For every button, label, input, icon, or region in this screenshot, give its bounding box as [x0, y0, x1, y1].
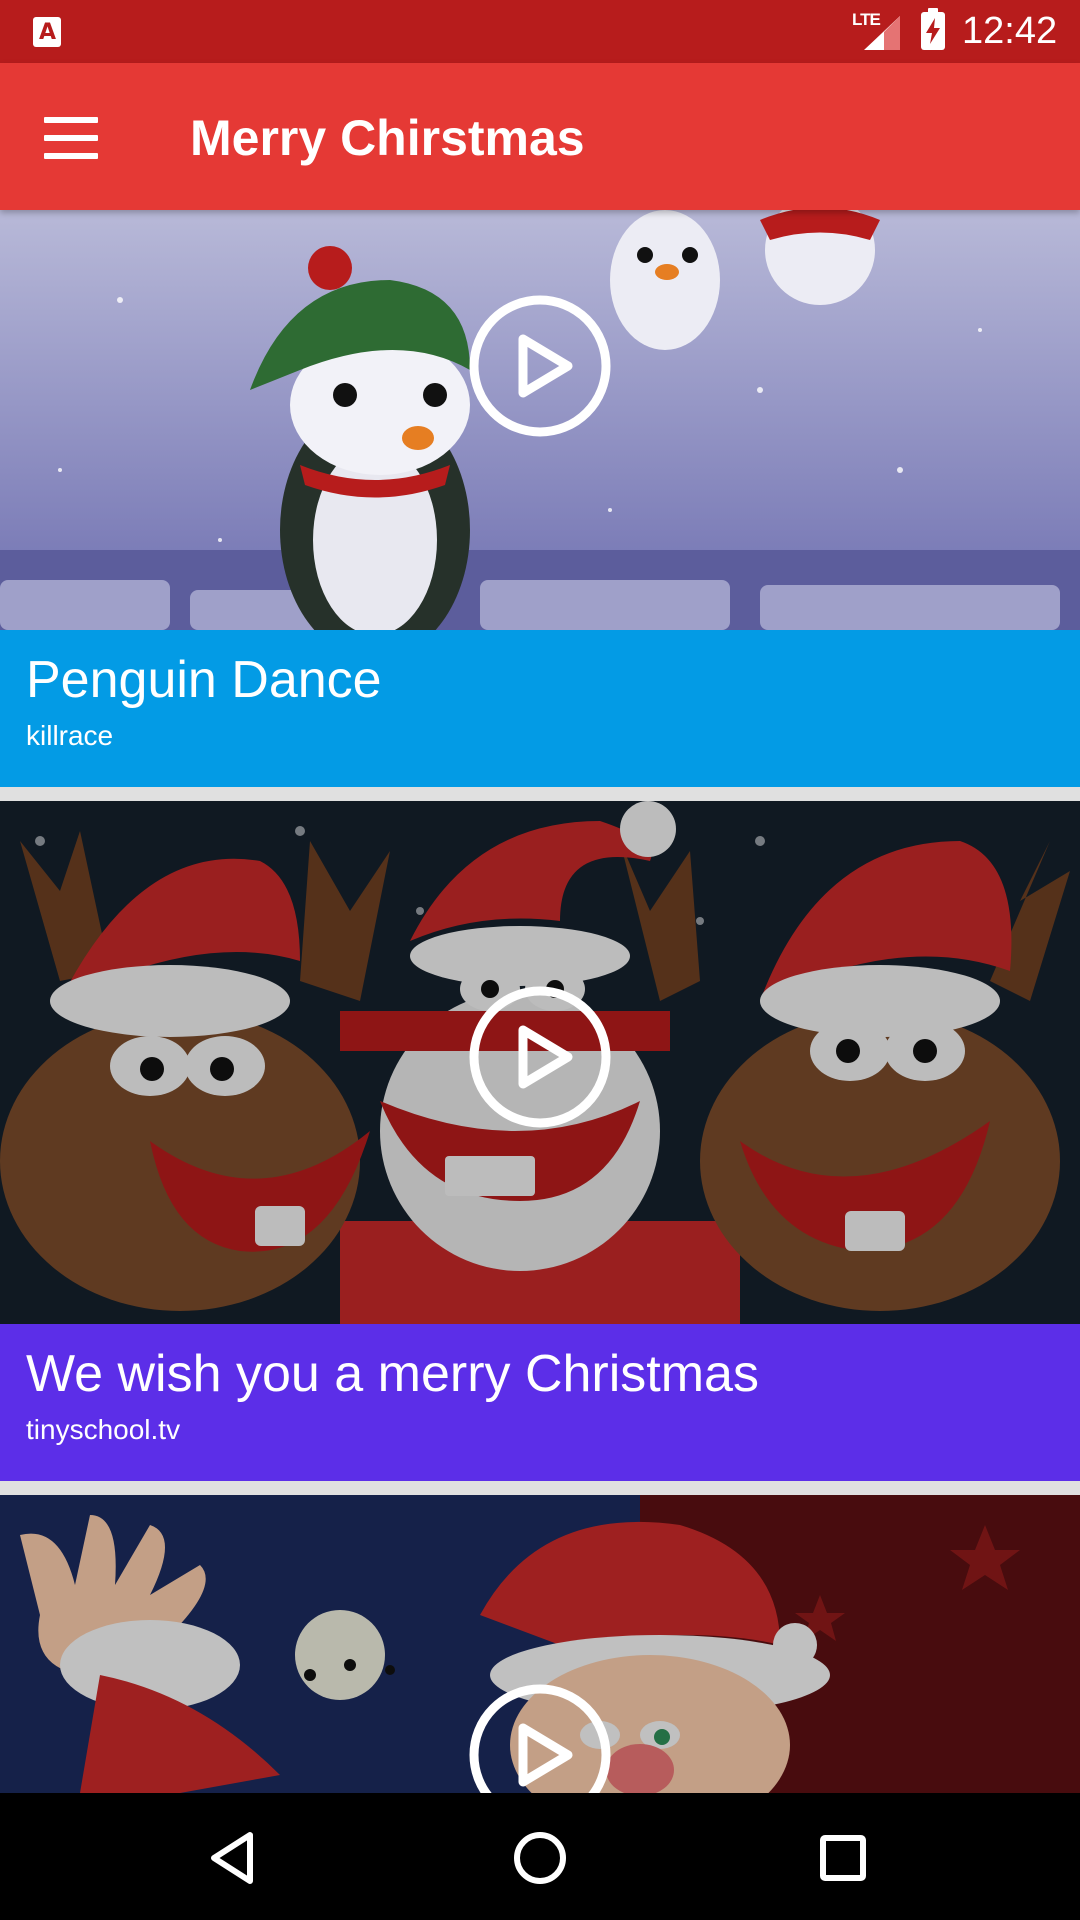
card-divider [0, 1481, 1080, 1495]
play-icon[interactable] [468, 1683, 612, 1793]
home-circle-icon[interactable] [505, 1823, 575, 1893]
battery-charging-icon [921, 8, 945, 50]
app-notification-icon: A [33, 17, 61, 47]
hamburger-menu-icon[interactable] [32, 103, 112, 169]
clock: 12:42 [962, 10, 1058, 52]
video-caption[interactable]: Penguin Dance killrace [0, 630, 1080, 787]
video-channel: tinyschool.tv [26, 1414, 181, 1445]
video-thumbnail[interactable] [0, 1495, 1080, 1793]
play-icon[interactable] [468, 985, 612, 1129]
video-channel: killrace [26, 720, 114, 751]
video-title: We wish you a merry Christmas [26, 1345, 759, 1403]
app-notification-letter: A [39, 20, 57, 45]
video-title: Penguin Dance [26, 651, 382, 709]
recents-square-icon[interactable] [808, 1823, 878, 1893]
video-list[interactable]: Penguin Dance killrace We wish you a mer… [0, 210, 1080, 1793]
page-title: Merry Chirstmas [190, 110, 585, 166]
video-card[interactable]: Penguin Dance killrace [0, 210, 1080, 787]
app-bar: Merry Chirstmas [0, 63, 1080, 210]
video-card[interactable] [0, 1495, 1080, 1793]
system-nav-bar [0, 1793, 1080, 1920]
video-caption[interactable]: We wish you a merry Christmas tinyschool… [0, 1324, 1080, 1481]
play-icon[interactable] [468, 294, 612, 438]
video-thumbnail[interactable] [0, 801, 1080, 1324]
video-card[interactable]: We wish you a merry Christmas tinyschool… [0, 801, 1080, 1481]
card-divider [0, 787, 1080, 801]
status-bar: A LTE 12:42 [0, 0, 1080, 63]
back-triangle-icon[interactable] [200, 1823, 270, 1893]
signal-icon [864, 16, 900, 50]
video-thumbnail[interactable] [0, 210, 1080, 630]
